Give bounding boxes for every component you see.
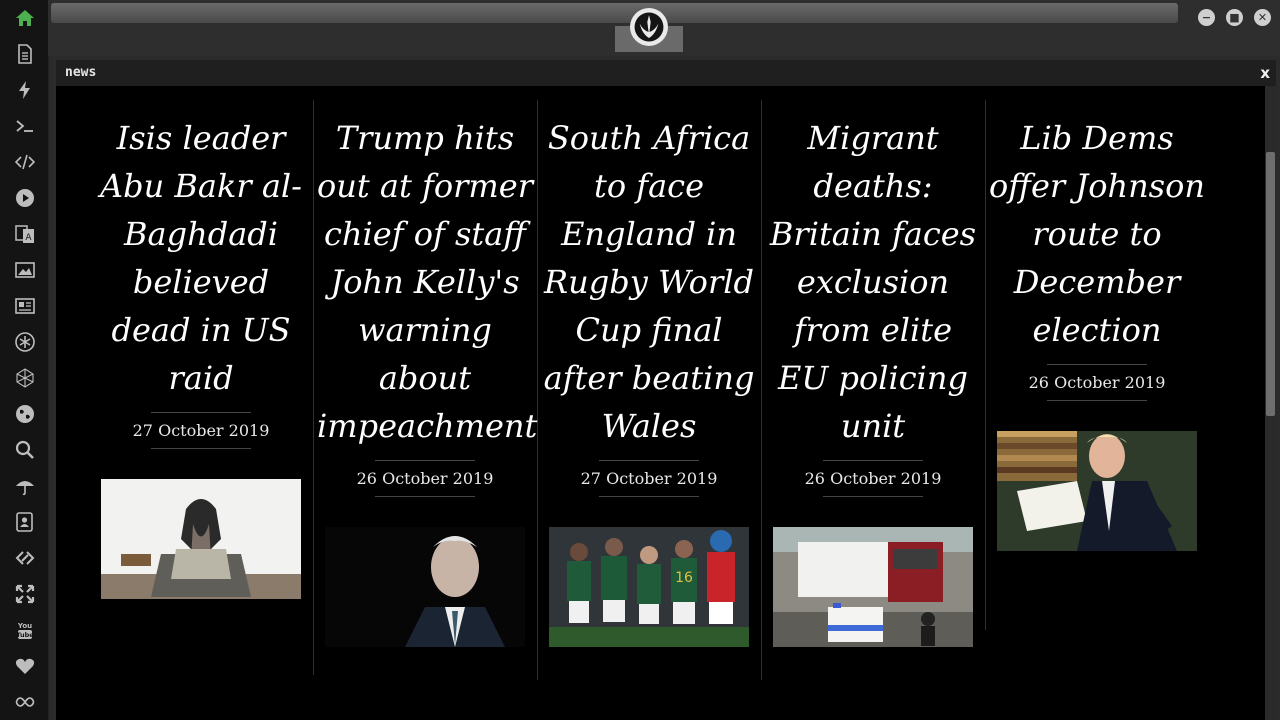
news-window-title: news xyxy=(65,65,97,80)
article-date: 26 October 2019 xyxy=(805,460,941,497)
maximize-button[interactable]: ■ xyxy=(1226,9,1243,26)
article-date: 27 October 2019 xyxy=(581,460,717,497)
article-date: 27 October 2019 xyxy=(133,412,269,449)
lightning-icon[interactable] xyxy=(14,79,36,101)
news-article[interactable]: Trump hits out at former chief of staff … xyxy=(313,100,537,647)
minimize-button[interactable]: − xyxy=(1198,9,1215,26)
expand-icon[interactable] xyxy=(14,583,36,605)
svg-text:You: You xyxy=(17,622,32,630)
article-thumbnail[interactable] xyxy=(101,479,301,599)
sidebar: A You Tube xyxy=(0,0,49,720)
infinity-icon[interactable] xyxy=(14,691,36,713)
article-headline[interactable]: Trump hits out at former chief of staff … xyxy=(313,114,537,450)
rebel-alliance-logo-icon[interactable] xyxy=(630,8,668,46)
close-window-button[interactable]: ✕ xyxy=(1254,9,1271,26)
terminal-icon[interactable] xyxy=(14,115,36,137)
news-article[interactable]: South Africa to face England in Rugby Wo… xyxy=(537,100,761,647)
link-icon[interactable] xyxy=(14,547,36,569)
scrollbar-thumb[interactable] xyxy=(1266,152,1275,416)
article-thumbnail[interactable] xyxy=(773,527,973,647)
svg-text:A: A xyxy=(25,233,32,243)
newspaper-icon[interactable] xyxy=(14,295,36,317)
article-date: 26 October 2019 xyxy=(1029,364,1165,401)
address-bar[interactable] xyxy=(51,3,1178,23)
code-icon[interactable] xyxy=(14,151,36,173)
news-article[interactable]: Isis leader Abu Bakr al-Baghdadi believe… xyxy=(89,100,313,599)
news-close-button[interactable]: x xyxy=(1260,64,1270,82)
news-window: news x Isis leader Abu Bakr al-Baghdadi … xyxy=(56,60,1276,720)
article-thumbnail[interactable] xyxy=(325,527,525,647)
article-headline[interactable]: Migrant deaths: Britain faces exclusion … xyxy=(761,114,985,450)
article-thumbnail[interactable] xyxy=(997,431,1197,551)
polyhedron-icon[interactable] xyxy=(14,367,36,389)
asterisk-icon[interactable] xyxy=(14,331,36,353)
article-thumbnail[interactable]: 16 xyxy=(549,527,749,647)
umbrella-icon[interactable] xyxy=(14,475,36,497)
image-icon[interactable] xyxy=(14,259,36,281)
scrollbar[interactable] xyxy=(1265,86,1276,720)
document-icon[interactable] xyxy=(14,43,36,65)
translate-icon[interactable]: A xyxy=(14,223,36,245)
article-headline[interactable]: Lib Dems offer Johnson route to December… xyxy=(985,114,1209,354)
youtube-icon[interactable]: You Tube xyxy=(14,619,36,641)
contacts-icon[interactable] xyxy=(14,511,36,533)
heart-icon[interactable] xyxy=(14,655,36,677)
top-bar: − ■ ✕ xyxy=(48,0,1280,56)
article-headline[interactable]: South Africa to face England in Rugby Wo… xyxy=(537,114,761,450)
article-headline[interactable]: Isis leader Abu Bakr al-Baghdadi believe… xyxy=(89,114,313,402)
play-icon[interactable] xyxy=(14,187,36,209)
search-icon[interactable] xyxy=(14,439,36,461)
news-titlebar: news x xyxy=(56,60,1276,86)
news-article[interactable]: Lib Dems offer Johnson route to December… xyxy=(985,100,1209,551)
home-icon[interactable] xyxy=(14,7,36,29)
news-article[interactable]: Migrant deaths: Britain faces exclusion … xyxy=(761,100,985,647)
svg-text:Tube: Tube xyxy=(16,631,34,639)
article-date: 26 October 2019 xyxy=(357,460,493,497)
svg-text:16: 16 xyxy=(675,570,693,586)
globe-icon[interactable] xyxy=(14,403,36,425)
